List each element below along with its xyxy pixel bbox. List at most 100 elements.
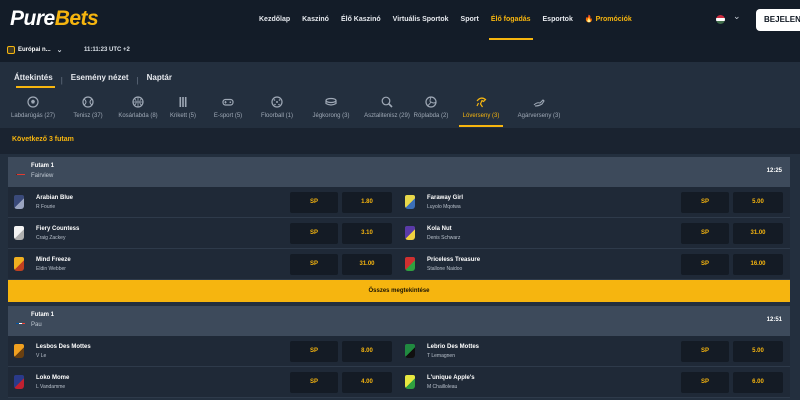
odds-button[interactable]: 6.00 [733,372,783,393]
sp-odds-button[interactable]: SP [681,223,729,244]
race-time: 12:51 [766,317,782,323]
sub-bar: Európai n... ⌄ 11:11:23 UTC +2 [0,40,800,62]
sp-odds-button[interactable]: SP [290,254,338,275]
nav-item-label: Virtuális Sportok [392,16,449,23]
odds-format-select[interactable]: Európai n... ⌄ [7,46,63,54]
sport-filter-4[interactable]: E-sport (5) [208,96,248,126]
odds-button[interactable]: 31.00 [342,254,392,275]
logo-main: Pure [10,7,55,30]
race-header[interactable]: Futam 1 Fairview 12:25 [8,157,790,187]
sport-filter-5[interactable]: Floorball (1) [255,96,299,126]
sp-odds-button[interactable]: SP [290,192,338,213]
runner-name: Mind Freeze [36,257,71,263]
clock: 11:11:23 UTC +2 [84,47,130,53]
nav-item-1[interactable]: Kaszinó [296,0,335,40]
tab-calendar[interactable]: Naptár [145,72,174,88]
odds-button[interactable]: 5.00 [733,192,783,213]
cricket-icon [179,97,187,107]
ice-hockey-icon [325,97,337,106]
sport-filter-9[interactable]: Lóverseny (3) [459,96,503,127]
sport-filter-3[interactable]: Krikett (5) [166,96,200,126]
chevron-down-icon[interactable]: ⌄ [733,11,741,22]
odds-format-value: Európai n... [18,47,51,53]
jockey-silk-icon [14,226,24,240]
runner-jockey: M Chailloleau [427,384,458,390]
jockey-silk-icon [405,375,415,389]
sp-odds-button[interactable]: SP [681,254,729,275]
greyhound-icon [533,99,545,107]
nav-item-label: Kaszinó [302,16,329,23]
horse-racing-icon [476,97,487,108]
chevron-down-icon: ⌄ [56,47,63,54]
tab-separator: | [60,75,63,85]
flame-icon: 🔥 [584,16,594,23]
race-title: Futam 1 [31,163,55,169]
race-time: 12:25 [766,168,782,174]
sp-odds-button[interactable]: SP [681,372,729,393]
runner-name: Loko Mome [36,375,70,381]
basketball-icon [132,96,144,108]
odds-button[interactable]: 4.00 [342,372,392,393]
sp-odds-button[interactable]: SP [290,341,338,362]
runner-jockey: T Lemagnen [427,353,455,359]
sp-odds-button[interactable]: SP [290,372,338,393]
nav-item-5[interactable]: Élő fogadás [485,0,537,40]
runner-jockey: Stallone Naidoo [427,266,463,272]
runner-jockey: V Le [36,353,47,359]
brand-logo[interactable]: PureBets [10,7,99,31]
runner-row: Faraway Girl Luyolo Mqotwa SP 5.00 [399,187,790,218]
nav-item-label: Élő fogadás [490,16,531,23]
sport-filter-label: Lóverseny (3) [462,113,500,119]
runner-name: Fiery Countess [36,226,80,232]
sport-filter-0[interactable]: Labdarúgás (27) [8,96,58,126]
sport-filter-10[interactable]: Agárverseny (3) [510,96,568,126]
sport-filter-1[interactable]: Tenisz (37) [66,96,110,126]
sport-filter-7[interactable]: Asztalitenisz (29) [361,96,413,126]
table-tennis-icon [381,96,393,108]
hungary-flag-icon[interactable] [716,15,725,24]
runner-jockey: Luyolo Mqotwa [427,204,461,210]
nav-item-7[interactable]: 🔥 Promóciók [579,0,638,40]
nav-item-label: Élő Kaszinó [340,16,381,23]
sport-filter-8[interactable]: Röplabda (2) [410,96,452,126]
nav-item-3[interactable]: Virtuális Sportok [387,0,455,40]
nav-item-label: Esportok [542,16,573,23]
gamepad-icon [222,98,234,106]
odds-button[interactable]: 5.00 [733,341,783,362]
runner-jockey: Craig Zackey [36,235,66,241]
odds-button[interactable]: 3.10 [342,223,392,244]
race-title: Futam 1 [31,312,55,318]
odds-button[interactable]: 1.80 [342,192,392,213]
runner-row: Priceless Treasure Stallone Naidoo SP 16.00 [399,249,790,280]
jockey-silk-icon [14,375,24,389]
sport-filter-2[interactable]: Kosárlabda (8) [115,96,161,126]
tab-event-view[interactable]: Esemény nézet [69,72,131,88]
nav-item-0[interactable]: Kezdőlap [253,0,296,40]
app-root: PureBets Kezdőlap Kaszinó Élő Kaszinó Virtu… [0,0,800,400]
top-navigation: PureBets Kezdőlap Kaszinó Élő Kaszinó Virtu… [0,0,800,40]
odds-button[interactable]: 8.00 [342,341,392,362]
runner-row: Mind Freeze Eldin Webber SP 31.00 [8,249,399,280]
sp-odds-button[interactable]: SP [290,223,338,244]
race-header[interactable]: Futam 1 Pau 12:51 [8,306,790,336]
login-button[interactable]: BEJELEN [756,9,800,31]
nav-item-2[interactable]: Élő Kaszinó [335,0,387,40]
logo-accent: Bets [54,7,99,30]
sp-odds-button[interactable]: SP [681,192,729,213]
sport-filter-label: Floorball (1) [260,113,293,119]
sport-filter-label: Asztalitenisz (29) [364,113,410,119]
tab-overview[interactable]: Áttekintés [12,72,55,88]
nav-item-6[interactable]: Esportok [537,0,579,40]
tab-separator: | [136,75,139,85]
sp-odds-button[interactable]: SP [681,341,729,362]
race-venue: Pau [31,322,42,328]
view-all-button[interactable]: Összes megtekintése [8,280,790,302]
jockey-silk-icon [14,344,24,358]
nav-item-4[interactable]: Sport [455,0,485,40]
runner-row: Lebrio Des Mottes T Lemagnen SP 5.00 [399,336,790,367]
sport-filter-6[interactable]: Jégkorong (3) [307,96,355,126]
odds-button[interactable]: 16.00 [733,254,783,275]
jockey-silk-icon [405,344,415,358]
runner-jockey: L Vandamme [36,384,66,390]
odds-button[interactable]: 31.00 [733,223,783,244]
